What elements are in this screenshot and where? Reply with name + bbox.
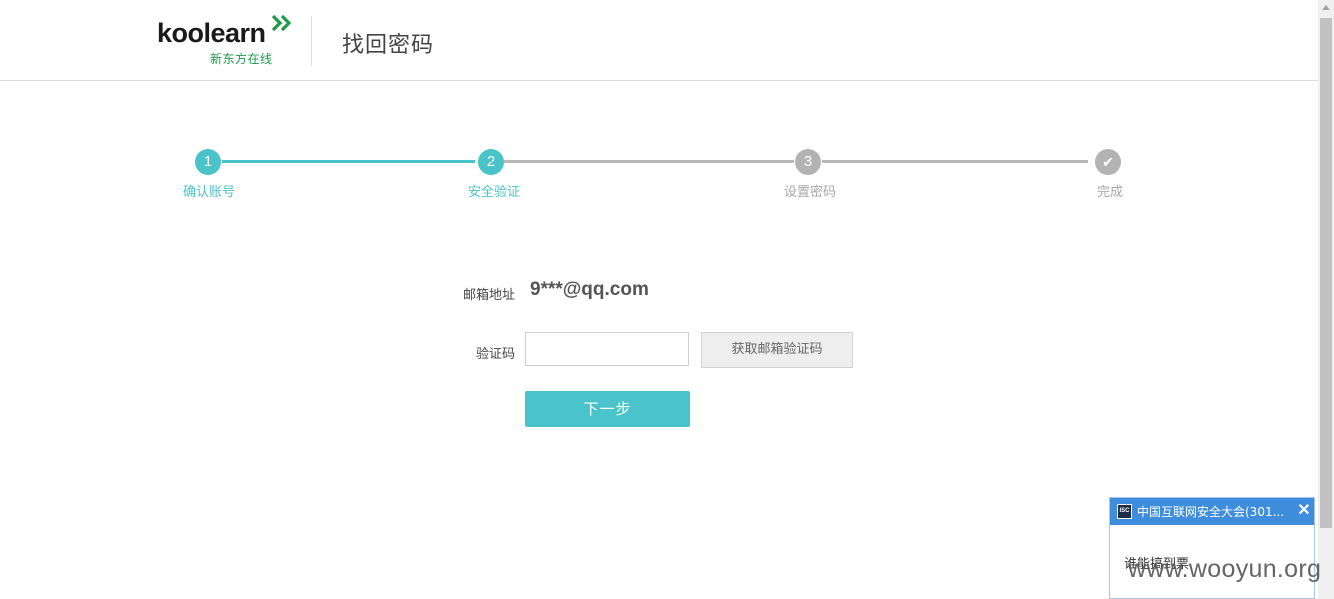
step-1-circle: 1: [195, 149, 221, 175]
step-connector-3: [822, 160, 1088, 163]
watermark-text: www.wooyun.org: [1128, 555, 1322, 583]
step-connector-2: [504, 160, 794, 163]
step-connector-1: [222, 160, 475, 163]
page-title: 找回密码: [342, 33, 435, 58]
step-2-label: 安全验证: [467, 185, 521, 200]
step-3-circle: 3: [795, 149, 821, 175]
header-divider: [311, 16, 312, 66]
step-4-label: 完成: [1096, 185, 1124, 200]
close-icon[interactable]: ✕: [1296, 502, 1312, 520]
page-header: koolearn 新东方在线 找回密码: [0, 0, 1318, 81]
popup-title[interactable]: 中国互联网安全大会(301...: [1137, 503, 1292, 520]
get-email-code-button[interactable]: 获取邮箱验证码: [701, 332, 853, 368]
verification-code-input[interactable]: [525, 332, 689, 366]
logo-wordmark: koolearn: [157, 18, 266, 48]
scroll-up-icon[interactable]: [1318, 0, 1334, 16]
logo-chevrons-icon: [271, 14, 292, 32]
step-1-label: 确认账号: [182, 185, 236, 200]
email-label: 邮箱地址: [462, 288, 515, 303]
popup-header: ISC 中国互联网安全大会(301... ✕: [1110, 498, 1314, 525]
code-label: 验证码: [475, 347, 515, 362]
step-3-label: 设置密码: [783, 185, 837, 200]
step-2-circle: 2: [478, 149, 504, 175]
isc-logo-icon: ISC: [1117, 504, 1132, 519]
next-step-button[interactable]: 下一步: [525, 391, 690, 427]
koolearn-logo[interactable]: koolearn 新东方在线: [157, 13, 297, 67]
logo-subtitle: 新东方在线: [210, 52, 273, 66]
email-value: 9***@qq.com: [530, 279, 649, 300]
scrollbar-thumb[interactable]: [1320, 18, 1332, 528]
step-complete-check-icon: ✔: [1095, 149, 1121, 175]
